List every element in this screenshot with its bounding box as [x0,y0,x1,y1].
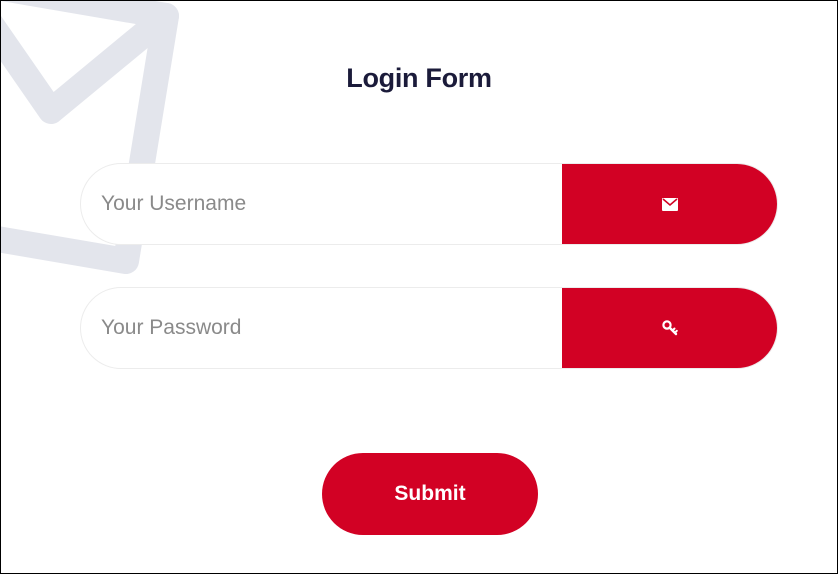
submit-button[interactable]: Submit [322,453,538,535]
username-input[interactable] [81,164,565,244]
key-icon [662,320,678,336]
page-title: Login Form [346,63,492,93]
password-input[interactable] [81,288,565,368]
username-field-group [80,163,778,245]
login-form-container: Login Form Submit [0,0,838,574]
password-field-group [80,287,778,369]
envelope-icon [662,197,678,211]
password-icon-button[interactable] [562,288,777,368]
background-envelope-icon [1,1,179,274]
username-icon-button[interactable] [562,164,777,244]
